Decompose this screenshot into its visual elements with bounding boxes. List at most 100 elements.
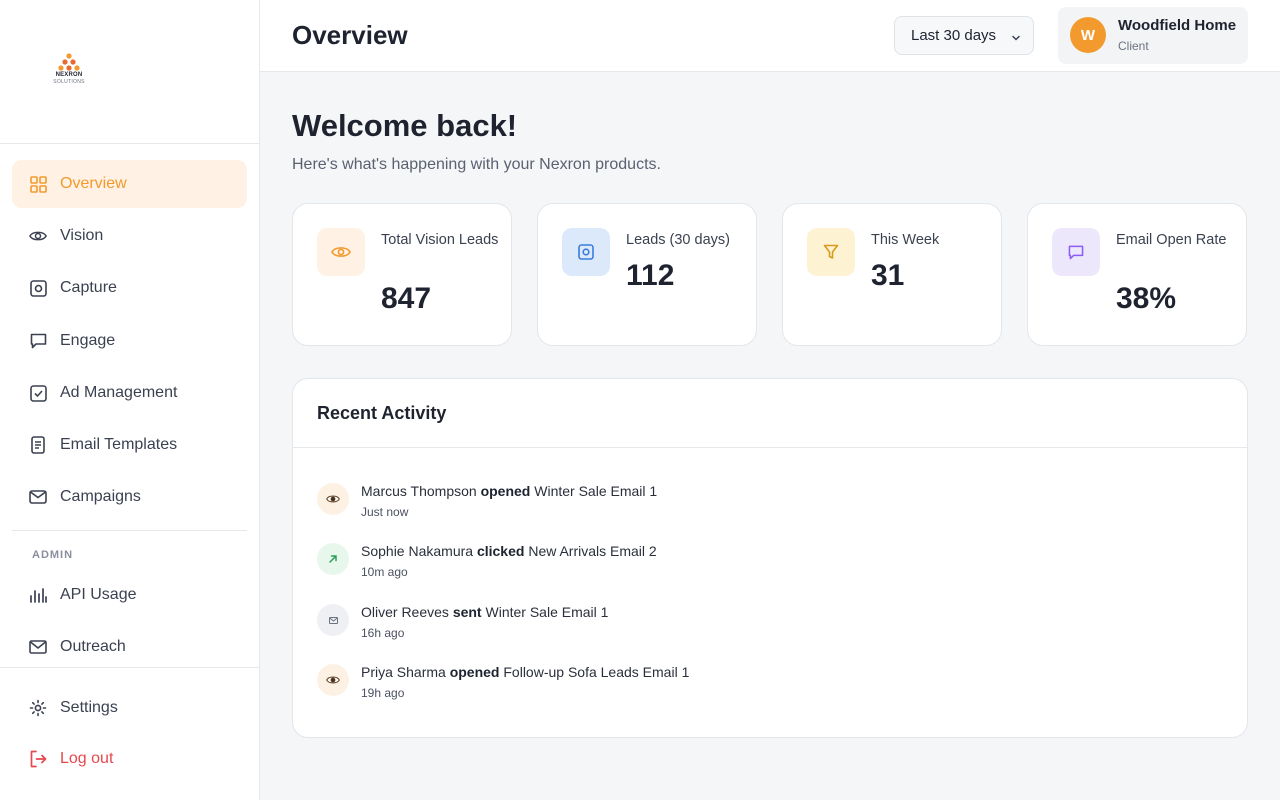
stat-label: Total Vision Leads xyxy=(381,232,499,248)
eye-icon xyxy=(317,228,365,276)
activity-item[interactable]: Oliver Reeves sent Winter Sale Email 1 1… xyxy=(317,604,1217,644)
user-menu[interactable]: W Woodfield Home Client xyxy=(1058,7,1248,64)
capture-icon xyxy=(29,279,47,297)
sidebar-divider xyxy=(12,530,247,531)
divider xyxy=(293,447,1247,448)
sidebar-item-logout[interactable]: Log out xyxy=(12,735,247,783)
welcome-subtitle: Here's what's happening with your Nexron… xyxy=(292,156,661,173)
recent-activity-title: Recent Activity xyxy=(317,403,447,423)
sidebar-item-label: Engage xyxy=(60,332,116,349)
sidebar-item-campaigns[interactable]: Campaigns xyxy=(12,473,247,521)
sidebar-item-label: Campaigns xyxy=(60,488,141,505)
sidebar-item-label: Overview xyxy=(60,175,127,192)
sidebar-item-api-usage[interactable]: API Usage xyxy=(12,571,247,619)
sidebar-item-ad-management[interactable]: Ad Management xyxy=(12,369,247,417)
sidebar-item-label: Ad Management xyxy=(60,384,178,401)
mail-icon xyxy=(29,488,47,506)
activity-time: Just now xyxy=(361,505,409,519)
sidebar-item-overview[interactable]: Overview xyxy=(12,160,247,208)
grid-icon xyxy=(29,175,47,193)
activity-time: 19h ago xyxy=(361,686,405,700)
logo-subtitle: SOLUTIONS xyxy=(53,79,85,85)
envelope-icon xyxy=(29,638,47,656)
activity-time: 16h ago xyxy=(361,626,405,640)
page-title: Overview xyxy=(292,20,408,50)
sidebar-item-label: Vision xyxy=(60,227,104,244)
stat-card-total-vision-leads: Total Vision Leads 847 xyxy=(292,203,512,346)
stat-value: 847 xyxy=(381,282,432,315)
date-range-select[interactable]: Last 30 days xyxy=(894,16,1034,55)
stat-card-email-open-rate: Email Open Rate 38% xyxy=(1027,203,1247,346)
admin-section-label: ADMIN xyxy=(32,549,74,561)
bar-chart-icon xyxy=(29,586,47,604)
stat-label: Leads (30 days) xyxy=(626,232,730,248)
document-icon xyxy=(29,436,47,454)
activity-text: Sophie Nakamura clicked New Arrivals Ema… xyxy=(361,543,657,559)
sidebar-item-label: API Usage xyxy=(60,586,137,603)
sidebar-item-email-templates[interactable]: Email Templates xyxy=(12,421,247,469)
activity-action: clicked xyxy=(476,543,525,559)
activity-person: Sophie Nakamura xyxy=(361,543,474,559)
logo-name: NEXRON xyxy=(55,72,83,78)
activity-person: Oliver Reeves xyxy=(361,604,449,620)
activity-action: opened xyxy=(449,664,500,680)
activity-target: Follow-up Sofa Leads Email 1 xyxy=(503,664,690,680)
chevron-down-icon xyxy=(1011,30,1021,47)
eye-icon xyxy=(317,664,349,696)
sidebar-item-outreach[interactable]: Outreach xyxy=(12,623,247,671)
logo[interactable]: NEXRON SOLUTIONS xyxy=(50,53,88,85)
activity-target: Winter Sale Email 1 xyxy=(485,604,609,620)
eye-icon xyxy=(317,483,349,515)
stat-card-leads-30-days: Leads (30 days) 112 xyxy=(537,203,757,346)
logo-mark-icon xyxy=(58,53,80,71)
sidebar-item-engage[interactable]: Engage xyxy=(12,317,247,365)
stat-label: This Week xyxy=(871,232,940,248)
check-square-icon xyxy=(29,384,47,402)
capture-icon xyxy=(562,228,610,276)
activity-person: Priya Sharma xyxy=(361,664,446,680)
sidebar-item-label: Settings xyxy=(60,699,118,716)
activity-text: Priya Sharma opened Follow-up Sofa Leads… xyxy=(361,664,689,680)
sidebar-item-label: Email Templates xyxy=(60,436,178,453)
user-name: Woodfield Home xyxy=(1118,17,1237,34)
activity-item[interactable]: Priya Sharma opened Follow-up Sofa Leads… xyxy=(317,664,1217,704)
activity-time: 10m ago xyxy=(361,565,408,579)
chat-icon xyxy=(1052,228,1100,276)
envelope-icon xyxy=(317,604,349,636)
sidebar-item-label: Log out xyxy=(60,750,114,767)
activity-person: Marcus Thompson xyxy=(361,483,477,499)
stat-value: 38% xyxy=(1116,282,1177,315)
stat-card-this-week: This Week 31 xyxy=(782,203,1002,346)
gear-icon xyxy=(29,699,47,717)
sidebar-item-label: Outreach xyxy=(60,638,126,655)
arrow-up-right-icon xyxy=(317,543,349,575)
activity-text: Marcus Thompson opened Winter Sale Email… xyxy=(361,483,657,499)
activity-text: Oliver Reeves sent Winter Sale Email 1 xyxy=(361,604,608,620)
activity-item[interactable]: Marcus Thompson opened Winter Sale Email… xyxy=(317,483,1217,523)
activity-action: sent xyxy=(452,604,482,620)
top-header: Overview Last 30 days W Woodfield Home C… xyxy=(260,0,1280,72)
logout-icon xyxy=(29,750,47,768)
filter-icon xyxy=(807,228,855,276)
sidebar-item-vision[interactable]: Vision xyxy=(12,212,247,260)
activity-target: Winter Sale Email 1 xyxy=(534,483,658,499)
sidebar-divider xyxy=(0,667,260,668)
brand-area: NEXRON SOLUTIONS xyxy=(0,0,259,144)
activity-item[interactable]: Sophie Nakamura clicked New Arrivals Ema… xyxy=(317,543,1217,583)
sidebar-item-settings[interactable]: Settings xyxy=(12,684,247,732)
chat-icon xyxy=(29,332,47,350)
user-role: Client xyxy=(1118,39,1149,53)
date-range-value: Last 30 days xyxy=(911,27,997,44)
eye-icon xyxy=(29,227,47,245)
welcome-heading: Welcome back! xyxy=(292,108,518,143)
sidebar: NEXRON SOLUTIONS Overview Vision Capture… xyxy=(0,0,260,800)
sidebar-item-capture[interactable]: Capture xyxy=(12,264,247,312)
activity-target: New Arrivals Email 2 xyxy=(528,543,657,559)
activity-action: opened xyxy=(480,483,531,499)
avatar: W xyxy=(1070,17,1106,53)
sidebar-item-label: Capture xyxy=(60,279,117,296)
stat-value: 31 xyxy=(871,259,905,292)
recent-activity-card: Recent Activity Marcus Thompson opened W… xyxy=(292,378,1248,738)
stat-value: 112 xyxy=(626,259,675,292)
stat-label: Email Open Rate xyxy=(1116,232,1227,248)
